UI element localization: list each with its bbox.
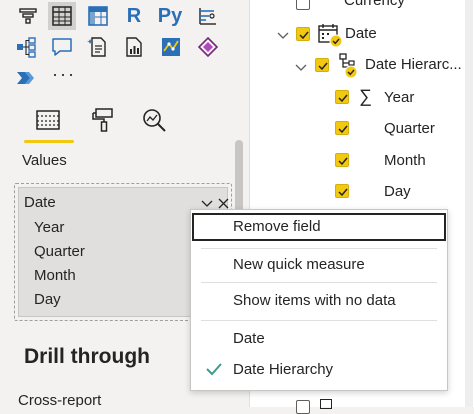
funnel-chart-icon[interactable]	[14, 2, 42, 30]
r-visual-label: R	[126, 4, 142, 27]
power-apps-icon[interactable]	[194, 33, 222, 61]
menu-separator	[201, 248, 437, 249]
hierarchy-level-year[interactable]: Year	[34, 219, 64, 236]
key-influencers-icon[interactable]	[193, 2, 221, 30]
format-tab[interactable]	[84, 100, 124, 140]
chevron-down-icon[interactable]	[295, 60, 307, 78]
paginated-report-icon[interactable]	[120, 33, 148, 61]
power-automate-icon[interactable]	[12, 64, 40, 92]
analytics-tab[interactable]	[134, 100, 174, 140]
fields-scrollbar[interactable]	[465, 0, 473, 407]
values-well-label: Values	[22, 152, 67, 169]
checkmark-icon	[205, 361, 223, 382]
fields-tab[interactable]	[28, 100, 68, 140]
menu-item-date[interactable]: Date	[191, 324, 447, 354]
table-icon	[320, 399, 332, 409]
year-field-label[interactable]: Year	[384, 89, 414, 106]
date-table-label[interactable]: Date	[345, 25, 377, 42]
python-visual-label: Py	[157, 4, 183, 27]
menu-separator	[201, 320, 437, 321]
quarter-field-label[interactable]: Quarter	[384, 120, 435, 137]
currency-field-label[interactable]: Currency	[344, 0, 405, 9]
active-tab-indicator	[24, 140, 74, 143]
analytics-magnifier-icon	[143, 109, 166, 132]
fields-tab-icon	[36, 110, 60, 130]
python-visual-icon[interactable]: Py	[156, 2, 184, 30]
format-paintbrush-icon	[92, 108, 113, 132]
month-checkbox[interactable]	[335, 153, 349, 167]
hierarchy-level-month[interactable]: Month	[34, 267, 76, 284]
menu-item-label: New quick measure	[233, 256, 365, 273]
qa-icon[interactable]	[48, 33, 76, 61]
drill-through-heading: Drill through	[24, 345, 150, 368]
menu-item-new-quick-measure[interactable]: New quick measure	[191, 250, 447, 280]
menu-item-label: Date Hierarchy	[233, 361, 334, 378]
arcgis-map-icon[interactable]	[157, 33, 185, 61]
menu-item-remove-field[interactable]: Remove field	[191, 212, 447, 242]
date-hierarchy-checkbox[interactable]	[315, 58, 329, 72]
menu-item-show-items-with-no-data[interactable]: Show items with no data	[191, 286, 447, 316]
menu-separator	[201, 282, 437, 283]
quarter-checkbox[interactable]	[335, 121, 349, 135]
menu-item-date-hierarchy[interactable]: Date Hierarchy	[191, 355, 447, 385]
date-table-checkbox[interactable]	[296, 27, 310, 41]
field-context-menu: Remove field New quick measure Show item…	[190, 209, 448, 391]
day-field-label[interactable]: Day	[384, 183, 411, 200]
menu-item-label: Remove field	[233, 218, 321, 235]
year-checkbox[interactable]	[335, 90, 349, 104]
r-visual-icon[interactable]: R	[120, 2, 148, 30]
date-table-calendar-icon	[317, 22, 343, 53]
hierarchy-level-day[interactable]: Day	[34, 291, 61, 308]
menu-item-label: Date	[233, 330, 265, 347]
matrix-icon[interactable]	[84, 2, 112, 30]
day-checkbox[interactable]	[335, 184, 349, 198]
chevron-down-icon[interactable]	[277, 28, 289, 46]
cross-report-label: Cross-report	[18, 392, 102, 407]
field-chip-title: Date	[24, 194, 56, 211]
smart-narrative-icon[interactable]	[84, 33, 112, 61]
menu-item-label: Show items with no data	[233, 292, 396, 309]
date-hierarchy-label[interactable]: Date Hierarc...	[365, 56, 462, 73]
table-icon[interactable]	[48, 2, 76, 30]
more-visuals-button[interactable]: ···	[52, 64, 76, 85]
currency-checkbox[interactable]	[296, 0, 310, 10]
next-field-checkbox[interactable]	[296, 400, 310, 414]
decomposition-tree-icon[interactable]	[12, 33, 40, 61]
hierarchy-level-quarter[interactable]: Quarter	[34, 243, 85, 260]
month-field-label[interactable]: Month	[384, 152, 426, 169]
hierarchy-icon	[337, 52, 363, 85]
sigma-icon: ∑	[359, 86, 372, 106]
